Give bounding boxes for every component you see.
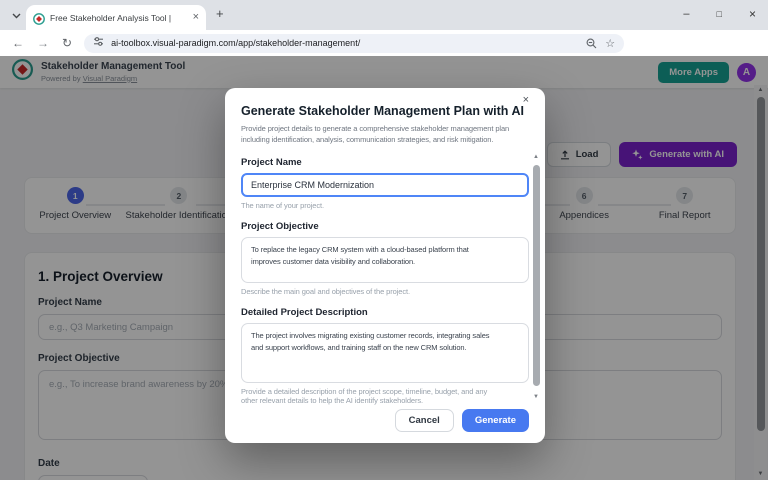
- tab-title: Free Stakeholder Analysis Tool |: [50, 13, 188, 23]
- modal-detailed-description-label: Detailed Project Description: [241, 307, 529, 318]
- back-button[interactable]: ←: [12, 37, 24, 49]
- bookmark-star-icon[interactable]: ☆: [605, 37, 615, 50]
- modal-detailed-description-textarea[interactable]: The project involves migrating existing …: [241, 323, 529, 383]
- modal-project-name-input[interactable]: [241, 173, 529, 197]
- url-text[interactable]: ai-toolbox.visual-paradigm.com/app/stake…: [111, 38, 578, 48]
- new-tab-button[interactable]: +: [216, 6, 224, 21]
- generate-button[interactable]: Generate: [462, 409, 529, 432]
- window-maximize-button[interactable]: □: [717, 9, 722, 19]
- site-favicon-icon: [33, 12, 45, 24]
- reload-button[interactable]: ↻: [62, 37, 72, 49]
- site-settings-tune-icon[interactable]: [93, 34, 104, 52]
- window-close-button[interactable]: ×: [749, 7, 756, 21]
- modal-footer: Cancel Generate: [395, 409, 529, 432]
- modal-project-objective-helper: Describe the main goal and objectives of…: [241, 287, 529, 296]
- modal-project-name-label: Project Name: [241, 157, 529, 168]
- cancel-button[interactable]: Cancel: [395, 409, 454, 432]
- modal-scrollbar-down-arrow-icon[interactable]: ▼: [531, 394, 541, 400]
- modal-project-name-helper: The name of your project.: [241, 201, 529, 210]
- modal-project-objective-label: Project Objective: [241, 221, 529, 232]
- modal-close-icon[interactable]: ×: [517, 93, 535, 107]
- tab-search-chevron-icon[interactable]: [8, 8, 24, 24]
- modal-detailed-description-helper: Provide a detailed description of the pr…: [241, 387, 529, 405]
- browser-window: Free Stakeholder Analysis Tool | × + – □…: [0, 0, 768, 480]
- modal-scrollbar-thumb[interactable]: [533, 165, 540, 386]
- modal-title: Generate Stakeholder Management Plan wit…: [241, 104, 529, 118]
- browser-tab-strip: Free Stakeholder Analysis Tool | × + – □…: [0, 0, 768, 30]
- address-bar[interactable]: ai-toolbox.visual-paradigm.com/app/stake…: [84, 34, 624, 53]
- zoom-out-icon[interactable]: [586, 38, 597, 49]
- modal-description: Provide project details to generate a co…: [241, 123, 533, 146]
- browser-tab[interactable]: Free Stakeholder Analysis Tool | ×: [26, 5, 206, 30]
- modal-detailed-description-helper-clip: Provide a detailed description of the pr…: [241, 387, 529, 406]
- forward-button[interactable]: →: [37, 37, 49, 49]
- modal-scrollbar-up-arrow-icon[interactable]: ▲: [531, 154, 541, 160]
- modal-project-objective-textarea[interactable]: To replace the legacy CRM system with a …: [241, 237, 529, 283]
- browser-toolbar: ← → ↻ ai-toolbox.visual-paradigm.com/app…: [0, 30, 768, 56]
- tab-close-icon[interactable]: ×: [193, 12, 199, 23]
- window-controls: – □ ×: [683, 3, 756, 25]
- modal-scrollbar[interactable]: ▲ ▼: [531, 154, 541, 400]
- window-minimize-button[interactable]: –: [683, 8, 689, 20]
- generate-plan-modal: × Generate Stakeholder Management Plan w…: [225, 88, 545, 443]
